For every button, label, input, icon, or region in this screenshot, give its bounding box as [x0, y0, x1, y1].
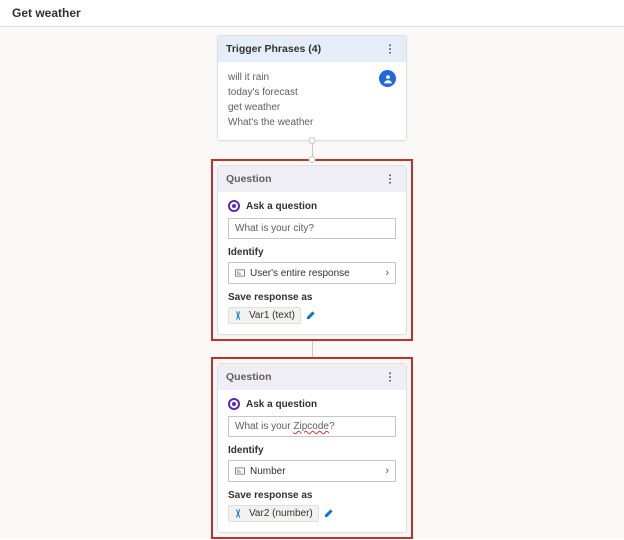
authoring-canvas: Trigger Phrases (4) will it rain today's…: [0, 27, 624, 539]
trigger-phrase: What's the weather: [228, 115, 396, 130]
edit-icon[interactable]: [305, 310, 316, 321]
trigger-phrase: will it rain: [228, 70, 396, 85]
entity-icon: [235, 268, 245, 278]
chevron-right-icon: ›: [385, 465, 389, 477]
question-node[interactable]: Question Ask a question What is your cit…: [217, 165, 407, 335]
save-response-label: Save response as: [228, 292, 396, 303]
chevron-right-icon: ›: [385, 267, 389, 279]
identify-label: Identify: [228, 445, 396, 456]
trigger-phrases-node[interactable]: Trigger Phrases (4) will it rain today's…: [217, 35, 407, 141]
question-text-input[interactable]: What is your city?: [228, 218, 396, 239]
ask-question-label: Ask a question: [246, 201, 317, 212]
variable-icon: [234, 508, 245, 519]
question-header-label: Question: [226, 173, 272, 185]
more-icon[interactable]: [382, 171, 398, 187]
radio-icon: [228, 398, 240, 410]
identify-select[interactable]: Number ›: [228, 460, 396, 482]
trigger-header-label: Trigger Phrases (4): [226, 43, 321, 55]
identify-select[interactable]: User's entire response ›: [228, 262, 396, 284]
question-text-input[interactable]: What is your Zipcode?: [228, 416, 396, 437]
more-icon[interactable]: [382, 369, 398, 385]
trigger-phrase: today's forecast: [228, 85, 396, 100]
question-header-label: Question: [226, 371, 272, 383]
variable-icon: [234, 310, 245, 321]
page-title: Get weather: [0, 0, 624, 27]
variable-chip[interactable]: Var1 (text): [228, 307, 301, 324]
highlight-box: Question Ask a question What is your Zip…: [211, 357, 413, 539]
entity-icon: [235, 466, 245, 476]
identify-label: Identify: [228, 247, 396, 258]
variable-chip[interactable]: Var2 (number): [228, 505, 319, 522]
radio-icon: [228, 200, 240, 212]
edit-icon[interactable]: [323, 508, 334, 519]
highlight-box: Question Ask a question What is your cit…: [211, 159, 413, 341]
ask-question-label: Ask a question: [246, 399, 317, 410]
save-response-label: Save response as: [228, 490, 396, 501]
user-icon: [379, 70, 396, 87]
more-icon[interactable]: [382, 41, 398, 57]
trigger-phrase: get weather: [228, 100, 396, 115]
question-node[interactable]: Question Ask a question What is your Zip…: [217, 363, 407, 533]
